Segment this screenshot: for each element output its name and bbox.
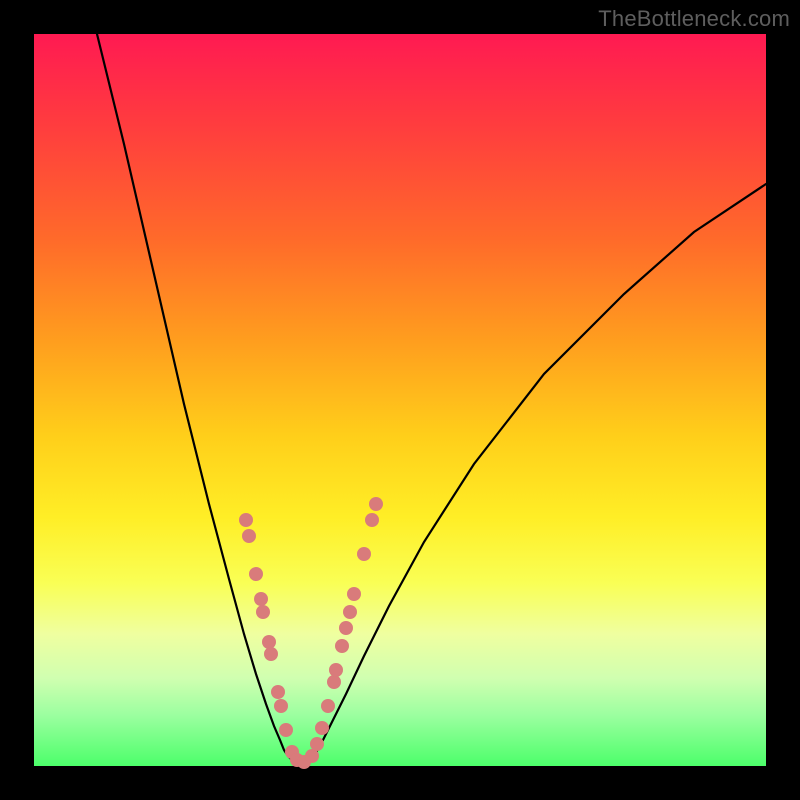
marker-dot (254, 592, 268, 606)
marker-dot (347, 587, 361, 601)
plot-area (34, 34, 766, 766)
marker-dots (239, 497, 383, 769)
marker-dot (339, 621, 353, 635)
watermark-text: TheBottleneck.com (598, 6, 790, 32)
curve-right (308, 184, 766, 763)
marker-dot (310, 737, 324, 751)
marker-dot (321, 699, 335, 713)
marker-dot (262, 635, 276, 649)
marker-dot (335, 639, 349, 653)
marker-dot (365, 513, 379, 527)
marker-dot (369, 497, 383, 511)
marker-dot (249, 567, 263, 581)
marker-dot (274, 699, 288, 713)
chart-svg (34, 34, 766, 766)
marker-dot (256, 605, 270, 619)
marker-dot (357, 547, 371, 561)
outer-frame: TheBottleneck.com (0, 0, 800, 800)
marker-dot (329, 663, 343, 677)
marker-dot (343, 605, 357, 619)
marker-dot (315, 721, 329, 735)
marker-dot (242, 529, 256, 543)
marker-dot (239, 513, 253, 527)
marker-dot (279, 723, 293, 737)
marker-dot (264, 647, 278, 661)
marker-dot (327, 675, 341, 689)
marker-dot (305, 749, 319, 763)
marker-dot (271, 685, 285, 699)
